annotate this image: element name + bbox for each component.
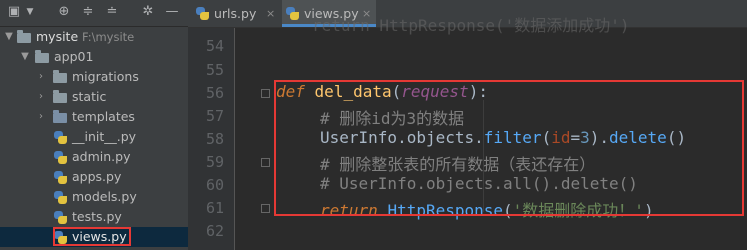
python-file-icon (286, 7, 299, 20)
tree-root-path: F:\mysite (82, 30, 135, 44)
chevron-right-icon[interactable]: › (36, 110, 46, 124)
code-highlight-box (274, 80, 744, 216)
tree-folder-label: templates (72, 109, 135, 124)
ide-window: ▣ ▼ ⊕ ≑ ≐ ✲ — ▼ mysite F:\mysite ▼ app01 (0, 0, 747, 250)
chevron-right-icon[interactable]: › (36, 90, 46, 104)
line-number: 60 (205, 176, 224, 194)
tree-file-label: models.py (72, 189, 137, 204)
tree-file[interactable]: __init__.py (0, 127, 188, 147)
tree-file[interactable]: tests.py (0, 207, 188, 227)
tree-folder-static[interactable]: › static (0, 87, 188, 107)
tree-folder-templates[interactable]: › templates (0, 107, 188, 127)
folder-icon (17, 30, 33, 44)
chevron-right-icon[interactable]: › (36, 70, 46, 84)
fold-marker[interactable] (261, 89, 270, 98)
python-file-icon (53, 150, 69, 164)
folder-icon (35, 50, 51, 64)
tree-folder-label: migrations (72, 69, 139, 84)
tree-root[interactable]: ▼ mysite F:\mysite (0, 27, 188, 47)
tree-file-selected[interactable]: views.py (0, 227, 188, 247)
dropdown-icon[interactable]: ▼ (22, 4, 38, 20)
tree-file-label: apps.py (72, 169, 122, 184)
chevron-down-icon[interactable]: ▼ (20, 50, 30, 64)
tab-urls[interactable]: urls.py × (194, 0, 280, 27)
collapse-icon[interactable]: ≑ (80, 4, 96, 20)
line-number: 59 (205, 153, 224, 171)
code-line-partial: return HttpResponse('数据添加成功') (312, 16, 630, 35)
python-file-icon (53, 190, 69, 204)
tree-folder-app01[interactable]: ▼ app01 (0, 47, 188, 67)
python-file-icon (53, 170, 69, 184)
project-sidebar: ▣ ▼ ⊕ ≑ ≐ ✲ — ▼ mysite F:\mysite ▼ app01 (0, 0, 188, 250)
tree-file[interactable]: models.py (0, 187, 188, 207)
folder-icon (53, 90, 69, 104)
target-icon[interactable]: ⊕ (56, 4, 72, 20)
settings-icon[interactable]: ✲ (140, 4, 156, 20)
tree-file[interactable]: admin.py (0, 147, 188, 167)
tree-file-label: tests.py (72, 209, 122, 224)
python-file-icon (53, 210, 69, 224)
line-number: 57 (205, 107, 224, 125)
close-icon[interactable]: × (266, 0, 275, 27)
folder-icon (53, 110, 69, 124)
line-number: 55 (205, 61, 224, 79)
line-number: 54 (205, 37, 224, 55)
selection-highlight-box (53, 227, 131, 246)
line-number: 61 (205, 199, 224, 217)
tree-folder-label: static (72, 89, 107, 104)
fold-marker[interactable] (261, 204, 270, 213)
python-file-icon (53, 130, 69, 144)
gutter-divider (234, 28, 235, 250)
tree-root-label: mysite (36, 29, 79, 44)
tab-label: urls.py (214, 6, 257, 21)
folder-icon (53, 70, 69, 84)
tree-file-label: __init__.py (72, 129, 137, 144)
tree-folder-label: app01 (54, 49, 94, 64)
tree-folder-migrations[interactable]: › migrations (0, 67, 188, 87)
tree-file-label: admin.py (72, 149, 131, 164)
line-number: 62 (205, 222, 224, 240)
line-number: 56 (205, 84, 224, 102)
hide-icon[interactable]: — (164, 4, 180, 20)
python-file-icon (196, 7, 209, 20)
line-number: 58 (205, 130, 224, 148)
chevron-down-icon[interactable]: ▼ (4, 30, 14, 44)
expand-icon[interactable]: ≐ (104, 4, 120, 20)
sidebar-toolbar: ▣ ▼ ⊕ ≑ ≐ ✲ — (0, 0, 188, 27)
project-icon[interactable]: ▣ (6, 4, 22, 20)
tree-file[interactable]: apps.py (0, 167, 188, 187)
fold-marker[interactable] (261, 158, 270, 167)
